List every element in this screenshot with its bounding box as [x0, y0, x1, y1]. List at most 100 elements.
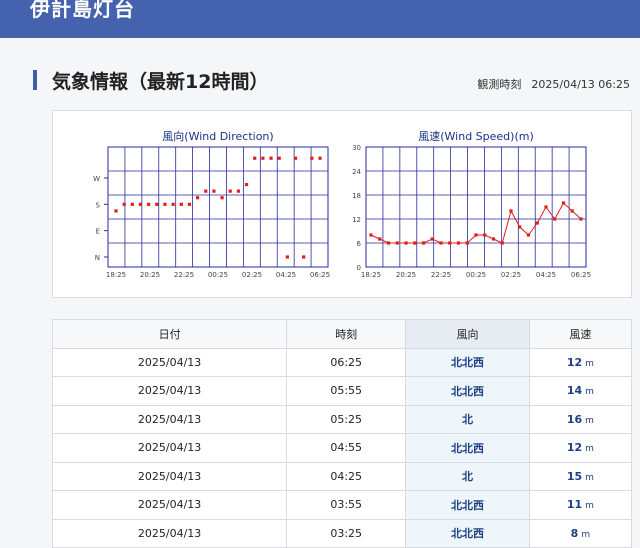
speed-point [386, 241, 391, 245]
x-tick-label: 02:25 [242, 271, 262, 279]
weather-table: 日付 時刻 風向 風速 2025/04/13 06:25 北北西 12 m 202… [51, 319, 633, 548]
speed-point [430, 237, 434, 241]
speed-point [439, 241, 443, 245]
speed-unit: m [585, 415, 594, 426]
y-tick-label: 18 [352, 192, 361, 200]
direction-point [244, 182, 249, 187]
speed-value: 14 [566, 384, 583, 398]
cell-time: 04:25 [286, 461, 407, 491]
direction-point [220, 196, 224, 200]
cell-speed: 15 m [528, 461, 633, 491]
table-row: 2025/04/13 04:55 北北西 12 m [51, 433, 633, 463]
speed-point [421, 241, 426, 245]
speed-unit: m [585, 501, 594, 512]
direction-point [147, 202, 151, 206]
y-tick-label: 12 [352, 216, 361, 224]
x-tick-label: 18:25 [361, 271, 381, 279]
speed-value: 8 [570, 526, 579, 540]
x-tick-label: 18:25 [106, 271, 126, 279]
y-tick-label: W [93, 175, 100, 183]
speed-point [553, 217, 557, 221]
cell-speed: 14 m [528, 376, 633, 406]
speed-point [378, 237, 382, 241]
cell-direction: 北北西 [405, 518, 530, 548]
observation-time-label: 観測時刻 [477, 78, 522, 91]
direction-point [155, 202, 159, 206]
cell-speed: 11 m [528, 490, 633, 520]
direction-point [318, 156, 322, 160]
y-tick-label: S [96, 201, 101, 209]
x-tick-label: 04:25 [276, 271, 296, 279]
speed-unit: m [585, 472, 594, 483]
direction-point [277, 156, 281, 160]
cell-direction: 北北西 [405, 490, 530, 520]
x-tick-label: 00:25 [466, 271, 486, 279]
table-row: 2025/04/13 04:25 北 15 m [51, 461, 633, 491]
y-tick-label: 24 [352, 168, 361, 176]
direction-point [310, 156, 314, 160]
speed-value: 15 [566, 469, 583, 483]
y-tick-label: E [96, 228, 100, 236]
y-tick-label: 30 [352, 144, 361, 152]
speed-point [561, 201, 566, 205]
direction-point [269, 156, 273, 160]
speed-unit: m [585, 444, 594, 455]
speed-point [404, 241, 408, 245]
direction-point [196, 196, 200, 200]
cell-direction: 北北西 [405, 347, 530, 377]
col-header-date: 日付 [51, 319, 288, 349]
speed-point [509, 209, 513, 213]
cell-date: 2025/04/13 [51, 461, 288, 491]
speed-point [474, 233, 478, 237]
direction-point [212, 189, 216, 193]
cell-date: 2025/04/13 [51, 433, 288, 463]
cell-date: 2025/04/13 [51, 376, 288, 406]
cell-direction: 北 [405, 404, 530, 434]
chart-title-speed: 風速(Wind Speed)(m) [418, 130, 534, 143]
table-row: 2025/04/13 06:25 北北西 12 m [51, 347, 633, 377]
x-tick-label: 22:25 [431, 271, 451, 279]
x-tick-label: 20:25 [140, 271, 160, 279]
cell-date: 2025/04/13 [51, 490, 288, 520]
direction-point [171, 202, 175, 206]
speed-value: 12 [566, 355, 583, 369]
cell-speed: 16 m [528, 404, 633, 434]
direction-point [204, 189, 208, 193]
section-title: 気象情報（最新12時間） [52, 71, 269, 93]
table-row: 2025/04/13 05:25 北 16 m [51, 404, 633, 434]
speed-point [491, 237, 496, 241]
direction-point [302, 255, 306, 259]
cell-time: 05:55 [286, 376, 407, 406]
table-row: 2025/04/13 03:55 北北西 11 m [51, 490, 633, 520]
x-tick-label: 02:25 [501, 271, 521, 279]
speed-point [456, 241, 461, 245]
col-header-direction[interactable]: 風向 [405, 319, 530, 349]
table-row: 2025/04/13 03:25 北北西 8m [51, 518, 633, 548]
speed-point [465, 241, 469, 245]
speed-value: 16 [566, 412, 583, 426]
cell-speed: 12 m [528, 347, 633, 377]
cell-time: 04:55 [286, 433, 407, 463]
cell-time: 03:55 [286, 490, 407, 520]
y-tick-label: 6 [357, 240, 362, 248]
observation-time-value: 2025/04/13 06:25 [531, 78, 630, 91]
cell-speed: 12 m [528, 433, 633, 463]
x-tick-label: 06:25 [310, 271, 330, 279]
speed-point [535, 221, 539, 225]
page-title: 伊計島灯台 [30, 0, 135, 21]
direction-point [285, 255, 289, 259]
speed-unit: m [585, 358, 594, 369]
plot-area [107, 146, 329, 268]
direction-point [236, 189, 240, 193]
direction-point [261, 156, 265, 160]
x-tick-label: 00:25 [208, 271, 228, 279]
speed-point [526, 233, 531, 237]
direction-point [163, 202, 167, 206]
table-row: 2025/04/13 05:55 北北西 14 m [51, 376, 633, 406]
cell-date: 2025/04/13 [51, 404, 288, 434]
col-header-time: 時刻 [286, 319, 407, 349]
speed-point [395, 241, 399, 245]
cell-time: 06:25 [286, 347, 407, 377]
cell-speed: 8m [528, 518, 633, 548]
speed-unit: m [581, 529, 591, 540]
